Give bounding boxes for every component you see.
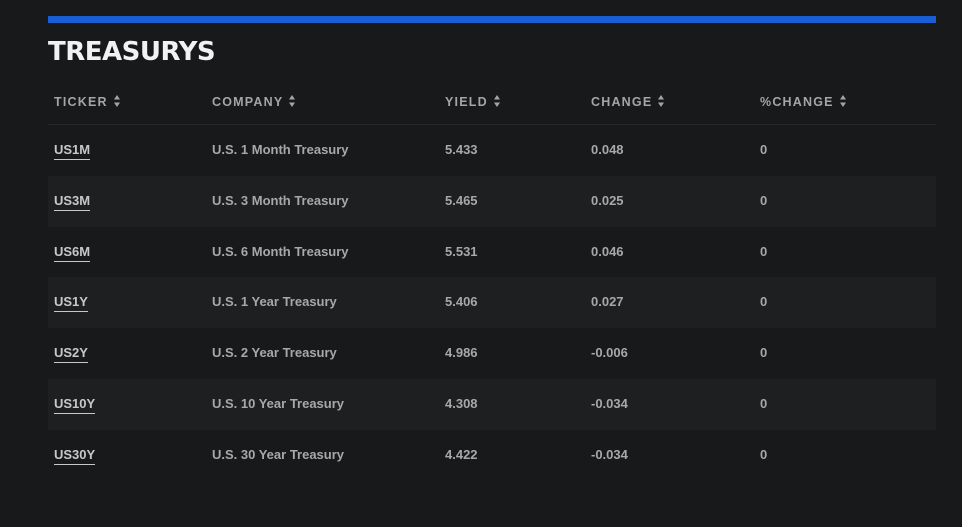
ticker-cell: US2Y [54, 328, 88, 379]
section-accent-bar [48, 16, 936, 23]
yield-cell: 4.986 [445, 345, 478, 361]
company-cell: U.S. 10 Year Treasury [212, 395, 345, 411]
ticker-link[interactable]: US6M [54, 243, 91, 262]
company-cell: U.S. 30 Year Treasury [212, 446, 345, 462]
company-cell: U.S. 1 Year Treasury [212, 294, 337, 310]
sort-icon [493, 94, 500, 107]
yield-cell: 5.433 [445, 142, 478, 157]
change-cell: -0.006 [591, 345, 628, 361]
company-cell: U.S. 3 Month Treasury [212, 192, 349, 208]
yield-cell: 5.465 [445, 192, 478, 208]
table-row: US10Y U.S. 10 Year Treasury 4.308 -0.034… [48, 378, 936, 430]
column-header-label: YIELD [445, 95, 488, 109]
column-header-yield[interactable]: YIELD [445, 80, 500, 124]
table-row: US30Y U.S. 30 Year Treasury 4.422 -0.034… [48, 430, 936, 481]
yield-cell: 5.531 [445, 243, 478, 259]
column-header-ticker[interactable]: TICKER [54, 80, 120, 124]
column-header-pct-change[interactable]: %CHANGE [760, 80, 846, 124]
column-header-company[interactable]: COMPANY [212, 80, 296, 124]
pct-change-cell: 0 [760, 294, 768, 310]
ticker-link[interactable]: US3M [54, 192, 91, 211]
section-title: TREASURYS [48, 37, 216, 67]
change-cell: 0.027 [591, 294, 624, 310]
ticker-cell: US1Y [54, 277, 88, 328]
change-cell: 0.048 [591, 142, 624, 157]
table-row: US6M U.S. 6 Month Treasury 5.531 0.046 0 [48, 227, 936, 278]
pct-change-cell: 0 [760, 243, 768, 259]
ticker-link[interactable]: US2Y [54, 345, 88, 364]
ticker-link[interactable]: US1M [54, 142, 91, 160]
ticker-cell: US10Y [54, 379, 96, 430]
sort-icon [113, 94, 120, 107]
ticker-cell: US6M [54, 227, 91, 278]
ticker-link[interactable]: US30Y [54, 446, 96, 465]
pct-change-cell: 0 [760, 446, 768, 462]
company-cell: U.S. 6 Month Treasury [212, 243, 349, 259]
ticker-cell: US30Y [54, 430, 96, 481]
yield-cell: 4.308 [445, 395, 478, 411]
change-cell: 0.025 [591, 192, 624, 208]
ticker-cell: US3M [54, 176, 91, 227]
pct-change-cell: 0 [760, 142, 768, 157]
column-header-change[interactable]: CHANGE [591, 80, 665, 124]
table-row: US2Y U.S. 2 Year Treasury 4.986 -0.006 0 [48, 328, 936, 379]
sort-icon [658, 94, 665, 107]
column-header-label: %CHANGE [760, 95, 834, 109]
change-cell: -0.034 [591, 395, 628, 411]
column-header-label: CHANGE [591, 95, 653, 109]
ticker-link[interactable]: US10Y [54, 395, 96, 414]
table-header: TICKER COMPANY YIELD CHANGE %CHANGE [48, 80, 936, 125]
treasurys-table: TICKER COMPANY YIELD CHANGE %CHANGE US1M… [48, 80, 936, 481]
column-header-label: TICKER [54, 95, 108, 109]
sort-icon [289, 94, 296, 107]
sort-icon [839, 94, 846, 107]
change-cell: -0.034 [591, 446, 628, 462]
company-cell: U.S. 2 Year Treasury [212, 345, 337, 361]
column-header-label: COMPANY [212, 95, 284, 109]
yield-cell: 5.406 [445, 294, 478, 310]
ticker-link[interactable]: US1Y [54, 294, 88, 313]
table-row: US1M U.S. 1 Month Treasury 5.433 0.048 0 [48, 125, 936, 176]
ticker-cell: US1M [54, 125, 91, 176]
pct-change-cell: 0 [760, 192, 768, 208]
table-row: US1Y U.S. 1 Year Treasury 5.406 0.027 0 [48, 277, 936, 329]
company-cell: U.S. 1 Month Treasury [212, 142, 349, 157]
pct-change-cell: 0 [760, 345, 768, 361]
change-cell: 0.046 [591, 243, 624, 259]
pct-change-cell: 0 [760, 395, 768, 411]
table-row: US3M U.S. 3 Month Treasury 5.465 0.025 0 [48, 175, 936, 227]
yield-cell: 4.422 [445, 446, 478, 462]
